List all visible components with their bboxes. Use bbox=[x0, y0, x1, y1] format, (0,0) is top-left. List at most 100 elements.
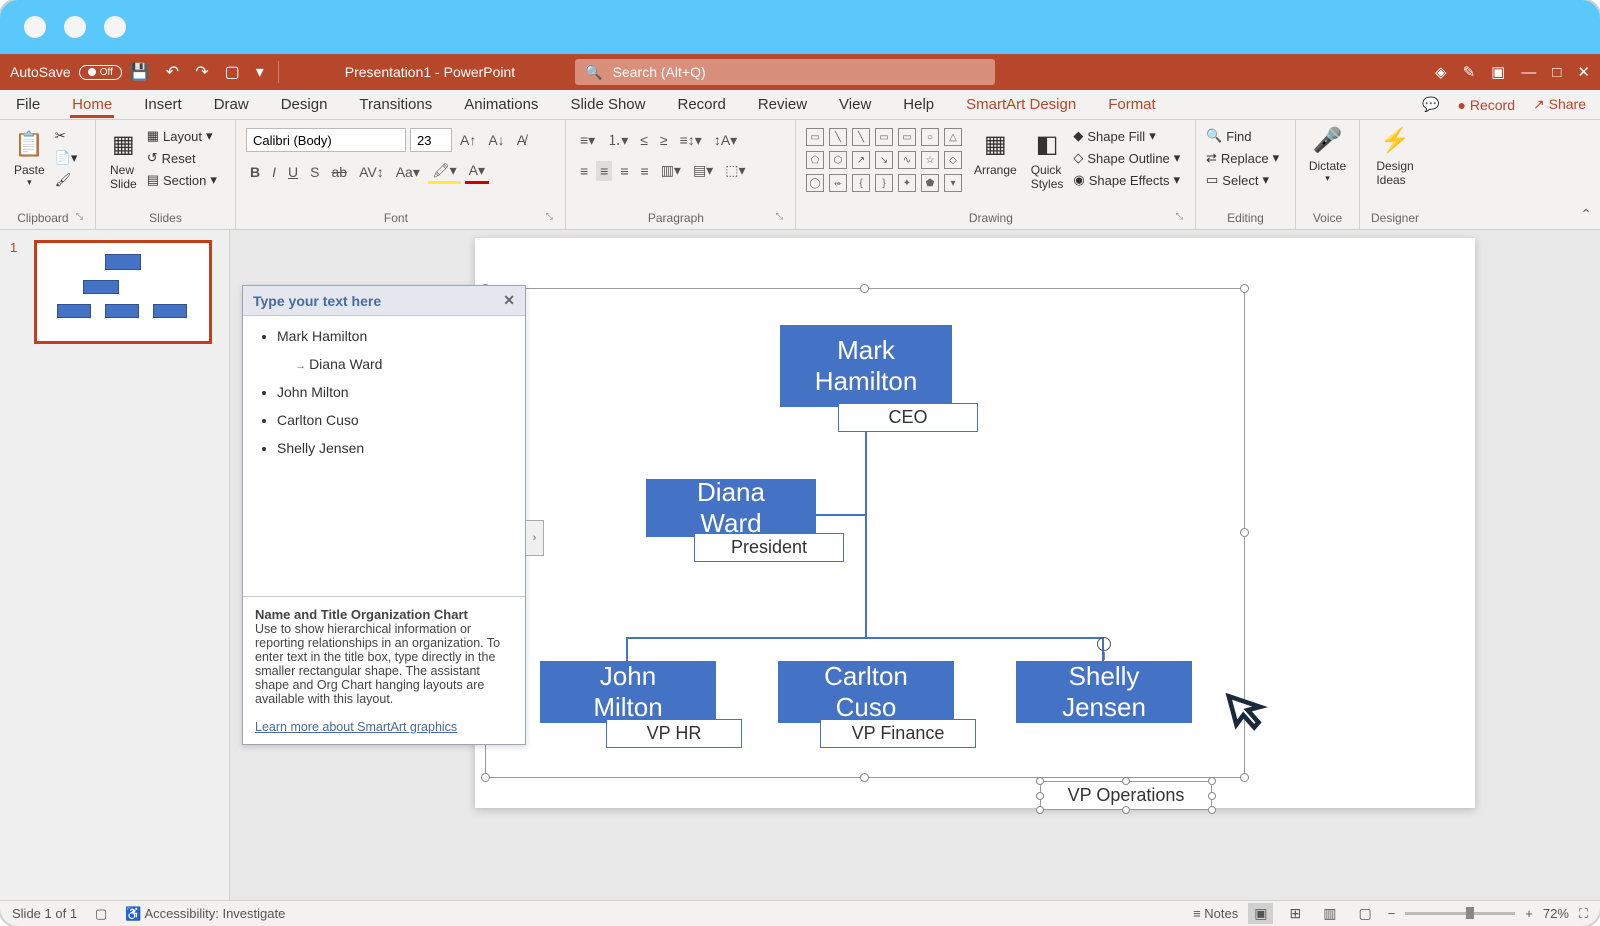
shapes-gallery[interactable]: ▭╲╲▭▭○△ ⬠⬡↗↘∿☆◇ ◯⬰{}✦⬟▾ bbox=[806, 128, 964, 194]
redo-icon[interactable]: ↷ bbox=[187, 62, 216, 82]
zoom-out-icon[interactable]: − bbox=[1388, 906, 1396, 921]
align-center-button[interactable]: ≡ bbox=[596, 161, 612, 181]
paste-button[interactable]: 📋Paste▾ bbox=[10, 128, 49, 190]
tab-insert[interactable]: Insert bbox=[142, 92, 184, 117]
resize-handle[interactable] bbox=[1240, 284, 1249, 293]
resize-handle[interactable] bbox=[1208, 792, 1216, 800]
slide-counter[interactable]: Slide 1 of 1 bbox=[12, 906, 77, 921]
slide-thumbnail-1[interactable] bbox=[34, 240, 212, 344]
font-size-select[interactable] bbox=[410, 128, 452, 152]
zoom-level[interactable]: 72% bbox=[1543, 906, 1569, 921]
tab-format[interactable]: Format bbox=[1106, 92, 1158, 117]
find-button[interactable]: 🔍 Find bbox=[1206, 128, 1285, 144]
align-left-button[interactable]: ≡ bbox=[576, 161, 592, 181]
customize-qa-icon[interactable]: ▾ bbox=[248, 62, 272, 82]
tab-help[interactable]: Help bbox=[901, 92, 936, 117]
autosave-toggle[interactable]: Off bbox=[79, 65, 122, 80]
shape-effects-button[interactable]: ◉ Shape Effects ▾ bbox=[1073, 172, 1180, 188]
org-node-vp-hr[interactable]: JohnMilton VP HR bbox=[540, 661, 716, 723]
design-ideas-button[interactable]: ⚡Design Ideas bbox=[1370, 124, 1420, 189]
align-text-button[interactable]: ▤▾ bbox=[689, 160, 717, 181]
tab-animations[interactable]: Animations bbox=[462, 92, 540, 117]
smartart-selection[interactable]: MarkHamilton CEO Diana Ward President bbox=[485, 288, 1245, 778]
copy-icon[interactable]: 📄▾ bbox=[55, 150, 78, 166]
normal-view-icon[interactable]: ▣ bbox=[1248, 903, 1273, 924]
numbering-button[interactable]: ⒈▾ bbox=[603, 128, 632, 152]
close-icon[interactable]: ✕ bbox=[503, 292, 515, 309]
share-button[interactable]: ↗ Share bbox=[1533, 96, 1586, 113]
line-spacing-button[interactable]: ≡↕▾ bbox=[676, 130, 706, 151]
bullets-button[interactable]: ≡▾ bbox=[576, 130, 599, 151]
increase-indent-button[interactable]: ≥ bbox=[656, 130, 672, 150]
comments-icon[interactable]: 💬 bbox=[1422, 96, 1439, 113]
zoom-in-icon[interactable]: + bbox=[1525, 906, 1533, 921]
org-title[interactable]: VP Operations bbox=[1040, 781, 1212, 810]
shape-outline-button[interactable]: ◇ Shape Outline ▾ bbox=[1073, 150, 1180, 166]
shadow-button[interactable]: S bbox=[306, 162, 323, 182]
decrease-font-icon[interactable]: A↓ bbox=[484, 130, 508, 150]
resize-handle[interactable] bbox=[1240, 773, 1249, 782]
replace-button[interactable]: ⇄ Replace ▾ bbox=[1206, 150, 1285, 166]
char-spacing-button[interactable]: AV↕ bbox=[355, 162, 388, 182]
collapse-ribbon-icon[interactable]: ⌃ bbox=[1580, 206, 1592, 223]
tab-design[interactable]: Design bbox=[279, 92, 330, 117]
save-icon[interactable]: 💾 bbox=[122, 62, 158, 82]
italic-button[interactable]: I bbox=[268, 162, 280, 182]
org-title[interactable]: President bbox=[694, 533, 844, 562]
notes-button[interactable]: ≡ Notes bbox=[1193, 906, 1238, 921]
clear-format-icon[interactable]: A̸ bbox=[513, 130, 530, 150]
resize-handle[interactable] bbox=[860, 773, 869, 782]
tab-smartart-design[interactable]: SmartArt Design bbox=[964, 92, 1078, 117]
org-node-president[interactable]: Diana Ward President bbox=[646, 479, 816, 537]
increase-font-icon[interactable]: A↑ bbox=[456, 130, 480, 150]
traffic-close[interactable] bbox=[24, 16, 46, 38]
decrease-indent-button[interactable]: ≤ bbox=[636, 130, 652, 150]
minimize-icon[interactable]: — bbox=[1521, 64, 1536, 81]
slideshow-view-icon[interactable]: ▢ bbox=[1352, 903, 1377, 924]
convert-smartart-button[interactable]: ⬚▾ bbox=[721, 160, 749, 181]
org-node-vp-finance[interactable]: CarltonCuso VP Finance bbox=[778, 661, 954, 723]
arrange-button[interactable]: ▦Arrange bbox=[970, 128, 1021, 179]
list-item[interactable]: Mark Hamilton bbox=[277, 328, 511, 344]
org-title[interactable]: CEO bbox=[838, 403, 978, 432]
diamond-icon[interactable]: ◈ bbox=[1435, 63, 1447, 81]
quick-styles-button[interactable]: ◧Quick Styles bbox=[1027, 128, 1068, 193]
change-case-button[interactable]: Aa▾ bbox=[392, 162, 424, 183]
justify-button[interactable]: ≡ bbox=[637, 161, 653, 181]
list-item[interactable]: Diana Ward bbox=[295, 356, 511, 372]
text-pane-collapse-icon[interactable]: › bbox=[526, 520, 544, 556]
window-mode-icon[interactable]: ▣ bbox=[1491, 63, 1505, 81]
tab-home[interactable]: Home bbox=[70, 92, 114, 118]
tab-slideshow[interactable]: Slide Show bbox=[568, 92, 647, 117]
tab-draw[interactable]: Draw bbox=[212, 92, 251, 117]
fit-to-window-icon[interactable]: ⛶ bbox=[1579, 906, 1588, 922]
dictate-button[interactable]: 🎤Dictate▾ bbox=[1306, 124, 1349, 186]
reset-button[interactable]: ↺ Reset bbox=[147, 150, 217, 166]
list-item[interactable]: Carlton Cuso bbox=[277, 412, 511, 428]
resize-handle[interactable] bbox=[1122, 806, 1130, 814]
new-slide-button[interactable]: ▦New Slide bbox=[106, 128, 141, 193]
resize-handle[interactable] bbox=[860, 284, 869, 293]
format-painter-icon[interactable]: 🖌 bbox=[55, 172, 78, 188]
select-button[interactable]: ▭ Select ▾ bbox=[1206, 172, 1285, 188]
tab-review[interactable]: Review bbox=[756, 92, 809, 117]
zoom-slider[interactable] bbox=[1405, 912, 1515, 915]
bold-button[interactable]: B bbox=[246, 162, 264, 182]
tab-record[interactable]: Record bbox=[675, 92, 727, 117]
list-item[interactable]: Shelly Jensen bbox=[277, 440, 511, 456]
search-box[interactable]: 🔍 Search (Alt+Q) bbox=[575, 59, 995, 85]
cut-icon[interactable]: ✂ bbox=[55, 128, 78, 144]
resize-handle[interactable] bbox=[1036, 777, 1044, 785]
section-button[interactable]: ▤ Section ▾ bbox=[147, 172, 217, 188]
close-icon[interactable]: ✕ bbox=[1577, 63, 1590, 81]
accessibility-status[interactable]: ♿ Accessibility: Investigate bbox=[125, 906, 285, 922]
learn-more-link[interactable]: Learn more about SmartArt graphics bbox=[255, 720, 457, 734]
traffic-min[interactable] bbox=[64, 16, 86, 38]
list-item[interactable]: John Milton bbox=[277, 384, 511, 400]
align-right-button[interactable]: ≡ bbox=[616, 161, 632, 181]
rotate-handle-icon[interactable] bbox=[1097, 637, 1111, 651]
resize-handle[interactable] bbox=[1122, 777, 1130, 785]
font-color-button[interactable]: A▾ bbox=[465, 160, 489, 184]
slide-canvas[interactable]: MarkHamilton CEO Diana Ward President bbox=[475, 238, 1475, 808]
tab-transitions[interactable]: Transitions bbox=[357, 92, 434, 117]
